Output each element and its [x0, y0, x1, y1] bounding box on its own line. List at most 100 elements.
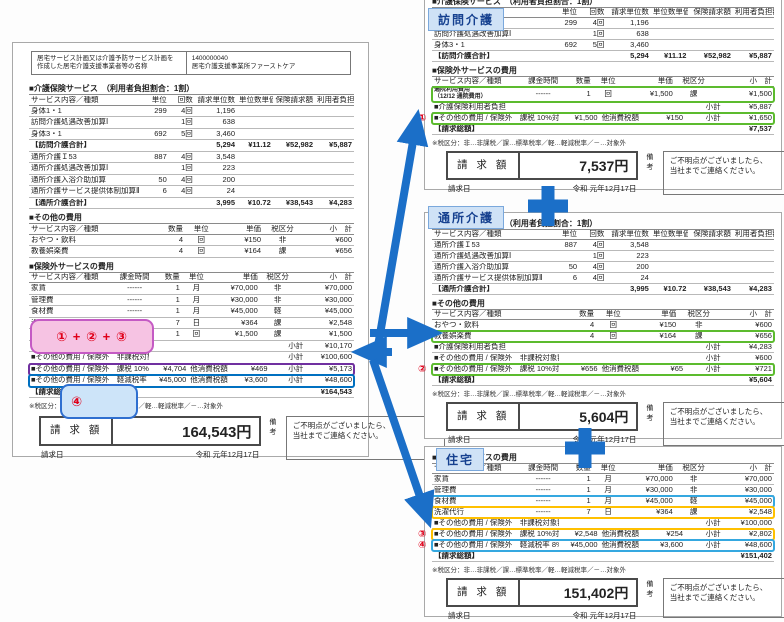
summary-table: ■その他の費用 / 保険外 非課税対象額小計¥100,000③■その他の費用 /…	[432, 518, 774, 562]
table-cell: おやつ・飲料	[432, 321, 569, 329]
table-cell: 保険請求額	[688, 8, 732, 16]
table-cell: 単位数単価	[651, 8, 689, 16]
billing-area: 請 求 額 5,604円 請求日 令和 元年12月17日 備考 ご不明点がござい…	[432, 402, 774, 446]
table-cell: 1回	[579, 30, 606, 38]
table-cell: ¥469	[237, 365, 270, 373]
remarks-text: ご不明点がございましたら、 当社までご連絡ください。	[663, 151, 784, 195]
remarks-text: ご不明点がございましたら、 当社までご連絡ください。	[663, 578, 784, 618]
table-cell: 単位	[555, 8, 579, 16]
billed-amount-box: 請 求 額 164,543円	[39, 416, 261, 446]
table-cell: 回	[593, 90, 624, 98]
table-cell: 小 計	[712, 464, 774, 472]
panel-tag-housing: 住宅	[436, 448, 484, 471]
table-cell: 単位	[182, 273, 211, 281]
table-cell: 非	[678, 321, 719, 329]
billing-date-value: 令和 元年12月17日	[573, 183, 637, 194]
table-cell: ¥52,982	[688, 52, 732, 60]
table-cell: 3,460	[606, 41, 650, 49]
table-cell: ------	[521, 508, 565, 516]
table-cell: 課	[675, 90, 713, 98]
arrow-to-home-visit-panel-icon	[378, 124, 416, 346]
table-cell: 通所介護処遇改善加算Ⅰ	[29, 164, 146, 172]
table-cell: ¥45,000	[149, 376, 188, 384]
table-row: ■その他の費用 / 保険外 非課税対象額小計¥100,000	[432, 518, 774, 529]
table-cell: 5,294	[195, 141, 237, 149]
table-cell: サービス内容／種類	[432, 310, 569, 318]
table-cell: 小計	[685, 114, 723, 122]
table-cell: ■その他の費用 / 保険外 課税 10%対象額	[432, 114, 559, 122]
table-cell: 【請求総額】	[432, 376, 559, 384]
remarks-label: 備考	[269, 417, 282, 460]
table-cell: 軽	[260, 307, 296, 315]
section-title-other: ■その他の費用	[432, 298, 774, 309]
table-row: 通所介護Ｉ538874回3,548	[432, 240, 774, 251]
table-cell: 利用者負担額	[733, 8, 774, 16]
table-cell: 他消費税額	[600, 365, 651, 373]
table-cell: 数量	[569, 310, 596, 318]
table-cell: 5,294	[606, 52, 650, 60]
other-cost-table: おやつ・飲料4回¥150非¥600教養娯楽費4回¥164課¥656	[432, 320, 774, 342]
table-row: サービス内容／種類数量単位単価税区分小 計	[29, 223, 354, 235]
billing-date-label: 請求日	[448, 434, 471, 445]
table-cell: ------	[521, 90, 565, 98]
table-cell: ■介護保険利用者負担	[432, 343, 559, 351]
table-cell: ¥1,500	[712, 90, 774, 98]
table-cell: 非	[260, 284, 296, 292]
table-cell: 1	[565, 486, 592, 494]
table-cell: ¥656	[719, 332, 774, 340]
billed-amount-label: 請 求 額	[448, 404, 520, 429]
table-cell: ¥65	[651, 365, 685, 373]
remarks-label: 備考	[646, 579, 659, 618]
table-cell: ¥5,604	[723, 376, 774, 384]
table-cell: 638	[606, 30, 650, 38]
billed-amount-value: 7,537円	[520, 153, 636, 178]
table-row: ■介護保険利用者負担小計¥5,887	[432, 102, 774, 113]
table-row: 通所介護Ｉ538874回3,548	[29, 152, 354, 164]
table-cell: 単位	[185, 225, 218, 233]
table-cell: 教養娯楽費	[29, 247, 159, 255]
table-cell: 692	[555, 41, 579, 49]
table-cell: 4	[159, 247, 185, 255]
care-plan-provider-box: 居宅サービス計画又は介護予防サービス計画を 作成した居宅介護支援事業者等の名称 …	[31, 51, 351, 75]
table-cell: 3,548	[606, 241, 650, 249]
table-cell: 単価	[623, 464, 674, 472]
remarks-label: 備考	[646, 403, 659, 446]
table-row: 身体3・16925回3,460	[29, 129, 354, 141]
table-cell: ¥48,600	[305, 376, 354, 384]
table-cell: 回	[182, 330, 211, 338]
billed-amount-label: 請 求 額	[448, 580, 520, 605]
table-cell: 非	[263, 236, 302, 244]
billing-date-row: 請求日 令和 元年12月17日	[39, 449, 261, 460]
table-cell: 単位	[555, 230, 579, 238]
table-cell: 1	[565, 90, 592, 98]
circled-number-marker: ①	[418, 113, 426, 124]
table-cell: 請求単位数	[606, 230, 650, 238]
table-cell: 通所介護処遇改善加算Ⅰ	[432, 252, 555, 260]
provider-label: 居宅サービス計画又は介護予防サービス計画を 作成した居宅介護支援事業者等の名称	[32, 52, 187, 74]
table-cell: 税区分	[263, 225, 302, 233]
remarks-text: ご不明点がございましたら、 当社までご連絡ください。	[663, 402, 784, 446]
table-cell: ■その他の費用 / 保険外 課税 10%対象額	[432, 530, 559, 538]
table-cell: 1	[156, 330, 182, 338]
table-row: サービス内容／種類課金時間数量単位単価税区分小 計	[432, 76, 774, 87]
table-cell: 5回	[169, 130, 195, 138]
table-cell: 単位	[596, 310, 630, 318]
table-cell: 通院利用費用 （12/12 通院費用）	[432, 87, 521, 101]
table-cell: 数量	[565, 464, 592, 472]
table-cell: 【請求総額】	[432, 125, 559, 133]
table-cell: 638	[195, 118, 237, 126]
table-cell: 1	[156, 296, 182, 304]
other-cost-table-header: サービス内容／種類数量単位単価税区分小 計	[29, 223, 354, 235]
table-cell: ¥254	[651, 530, 685, 538]
table-cell: 教養娯楽費	[432, 332, 569, 340]
insurance-table-header: サービス内容／種類単位回数請求単位数単位数単価保険請求額利用者負担額	[432, 229, 774, 240]
table-cell: 訪問介護処遇改善加算Ⅰ	[29, 118, 146, 126]
table-row: ■その他の費用 / 保険外 課税 10%対象額¥4,704他消費税額¥469小計…	[29, 364, 354, 376]
table-cell: 数量	[159, 225, 185, 233]
table-cell: 課金時間	[521, 464, 565, 472]
table-cell: ¥70,000	[623, 475, 674, 483]
table-cell: 小計	[270, 342, 306, 350]
billing-area: 請 求 額 151,402円 請求日 令和 元年12月17日 備考 ご不明点がご…	[432, 578, 774, 621]
table-cell: 1回	[169, 164, 195, 172]
outside-service-table-header: サービス内容／種類課金時間数量単位単価税区分小 計	[432, 76, 774, 87]
